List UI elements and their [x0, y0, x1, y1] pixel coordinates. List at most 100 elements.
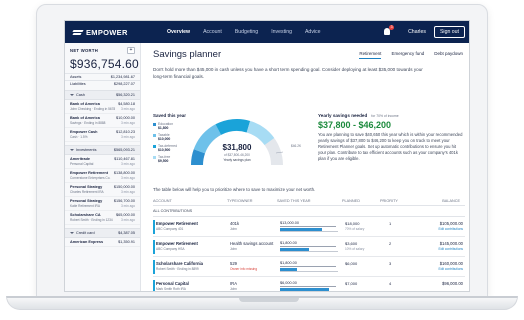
group-name: Cash	[76, 93, 85, 97]
account-updated: 3 min ago	[121, 135, 135, 139]
row-type: 529	[230, 261, 237, 266]
saved-progress-fill	[280, 228, 322, 231]
add-account-button[interactable]: +	[127, 47, 135, 54]
saved-input[interactable]: $1,800.00	[280, 261, 336, 267]
row-account-sub: ABC Company 401	[156, 227, 184, 231]
yearly-label: Yearly savings needed	[318, 113, 368, 118]
group-name: Credit card	[76, 231, 95, 235]
tab-emergency-fund[interactable]: Emergency fund	[391, 51, 424, 59]
account-item[interactable]: Empower Retirement Cornerstone Enterprise…	[65, 169, 140, 183]
table-row[interactable]: Personal Capital Mark Smith Roth IRA IRA J…	[153, 277, 465, 291]
table-row[interactable]: Empower Retirement ABC Company 401 401k Jo…	[153, 217, 465, 237]
saved-progress-fill	[280, 288, 330, 291]
saved-progress-fill	[280, 268, 298, 271]
account-sub: Personal Capital	[70, 162, 94, 166]
row-priority: 4	[389, 281, 392, 286]
group-investments[interactable]: Investments $565,093.21	[65, 145, 140, 155]
saved-input[interactable]: $13,000.00	[280, 221, 336, 227]
legend-swatch	[153, 155, 156, 159]
header-planned[interactable]: PLANNED	[342, 199, 380, 203]
yearly-header: Yearly savings needed for 70% of income	[318, 113, 463, 118]
account-name: Bank of America	[70, 116, 100, 120]
row-priority: 2	[389, 241, 392, 246]
header-saved[interactable]: SAVED THIS YEAR	[277, 199, 342, 203]
account-name: Bank of America	[70, 102, 100, 106]
legend-value: $10,500	[158, 148, 171, 152]
row-owner-warning[interactable]: Owner info missing	[230, 267, 280, 271]
account-sub: Robert Smith · Ending in 1234	[70, 218, 113, 222]
account-updated: 3 min ago	[121, 218, 135, 222]
row-planned-sub: 70% of salary	[345, 227, 365, 231]
laptop-base	[6, 296, 518, 310]
yearly-text: You are planning to save $40,650 this ye…	[318, 132, 463, 161]
account-item[interactable]: Bank of America Savings · Ending in 8888 …	[65, 114, 140, 128]
table-row[interactable]: Empower Retirement ABC Company HSA Health…	[153, 237, 465, 257]
account-name: Empower Retirement	[70, 171, 108, 175]
account-updated: 3 min ago	[121, 204, 135, 208]
row-type: 401k	[230, 221, 240, 226]
group-cash[interactable]: Cash $56,320.21	[65, 90, 140, 100]
table-row[interactable]: Scholarshare California Robert Smith · En…	[153, 257, 465, 277]
legend-swatch	[153, 133, 156, 137]
saved-input[interactable]: $6,000.00	[280, 281, 336, 287]
nav-account[interactable]: Account	[203, 29, 222, 35]
legend-value: $9,500	[158, 159, 169, 163]
assets-row[interactable]: Assets $1,234,981.67	[65, 73, 140, 80]
account-updated: 3 min ago	[121, 162, 135, 166]
signout-button[interactable]: Sign out	[433, 26, 465, 38]
header-priority[interactable]: PRIORITY	[380, 199, 410, 203]
liabilities-label: Liabilities	[70, 82, 86, 86]
account-item[interactable]: Personal Strategy Katie Retirement IRA $1…	[65, 197, 140, 211]
edit-contributions-link[interactable]: Edit contributions	[413, 267, 463, 271]
account-item[interactable]: Bank of America John Checking · Ending in…	[65, 100, 140, 114]
nav-budgeting[interactable]: Budgeting	[235, 29, 258, 35]
row-balance: $105,000.00	[439, 221, 463, 226]
header-type[interactable]: TYPE/OWNER	[227, 199, 277, 203]
logo[interactable]: EMPOWER	[73, 28, 155, 37]
chevron-down-icon	[70, 94, 74, 96]
liabilities-row[interactable]: Liabilities $298,227.07	[65, 80, 140, 87]
notification-bell-icon[interactable]: 3	[382, 25, 395, 37]
saved-input[interactable]: $1,800.00	[280, 241, 336, 247]
account-item[interactable]: Scholarshare CA Robert Smith · Ending in …	[65, 211, 140, 225]
row-planned: $7,000	[345, 281, 358, 286]
row-account-name: Empower Retirement	[156, 241, 198, 246]
table-header: ACCOUNT TYPE/OWNER SAVED THIS YEAR PLANN…	[153, 199, 465, 206]
account-value: $150,000.00	[113, 185, 135, 189]
row-balance: $145,000.00	[439, 241, 463, 246]
yearly-savings-panel: Yearly savings needed for 70% of income …	[318, 113, 463, 161]
row-planned: $3,600	[345, 241, 358, 246]
legend-item: Tax-deferred $10,500	[153, 144, 183, 152]
account-item[interactable]: Personal Strategy Charles Retirement IRA …	[65, 183, 140, 197]
tab-debt-paydown[interactable]: Debt paydown	[434, 51, 463, 59]
user-menu[interactable]: Charles	[408, 29, 426, 35]
row-balance: $160,000.00	[439, 261, 463, 266]
saved-progress	[280, 228, 338, 232]
laptop-notch	[239, 298, 299, 302]
tab-retirement[interactable]: Retirement	[359, 51, 382, 59]
account-updated: 3 min ago	[121, 190, 135, 194]
saved-progress	[280, 248, 338, 252]
header-account[interactable]: ACCOUNT	[153, 199, 227, 203]
row-balance: $96,000.00	[442, 281, 463, 286]
row-planned: $18,000	[345, 221, 360, 226]
row-planned-sub: 10% of salary	[345, 247, 365, 251]
logo-text: EMPOWER	[86, 27, 128, 37]
group-credit-card[interactable]: Credit card $4,387.05	[65, 228, 140, 238]
legend-swatch	[153, 122, 156, 126]
header-balance[interactable]: BALANCE	[410, 199, 460, 203]
nav-overview[interactable]: Overview	[167, 29, 190, 35]
edit-contributions-link[interactable]: Edit contributions	[413, 227, 463, 231]
nav-advice[interactable]: Advice	[305, 29, 321, 35]
assets-label: Assets	[70, 75, 82, 79]
legend-item: Taxable $10,000	[153, 133, 183, 141]
table-intro: The table below will help you to priorit…	[153, 187, 316, 192]
account-item[interactable]: Empower Cash Cash · 1.5% $12,810.23 3 min …	[65, 128, 140, 142]
account-item[interactable]: Ameritrade Personal Capital $110,467.81 3 …	[65, 155, 140, 169]
all-contributions-row[interactable]: ALL CONTRIBUTIONS	[153, 206, 465, 217]
account-item[interactable]: American Express $1,350.91	[65, 238, 140, 247]
account-value: $65,000.00	[115, 213, 135, 217]
edit-contributions-link[interactable]: Edit contributions	[413, 247, 463, 251]
income-percent-dropdown[interactable]: for 70% of income	[371, 114, 398, 118]
nav-investing[interactable]: Investing	[271, 29, 292, 35]
